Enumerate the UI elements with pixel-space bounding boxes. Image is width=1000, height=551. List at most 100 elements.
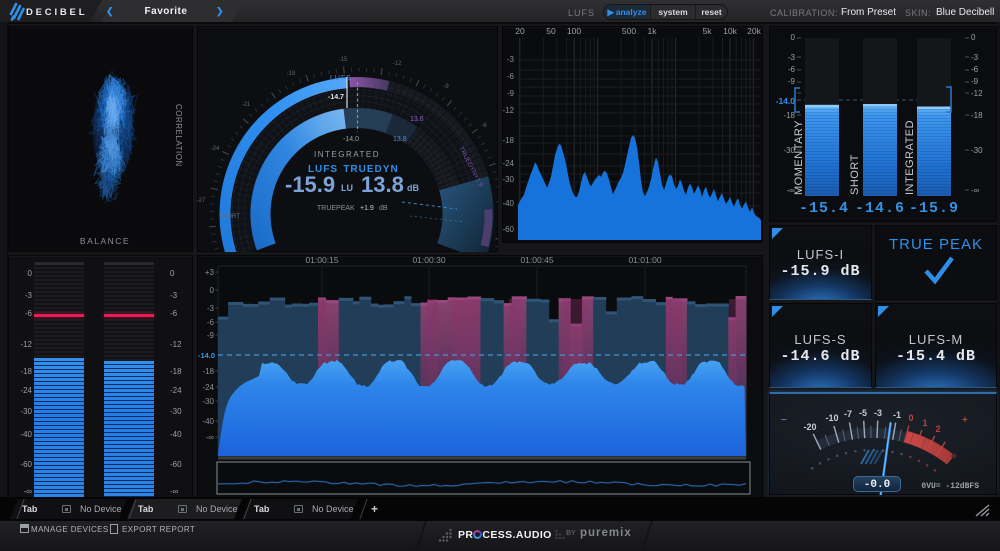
svg-text:0VU= -12dBFS: 0VU= -12dBFS	[921, 482, 979, 491]
svg-text:-60: -60	[502, 225, 514, 234]
svg-text:dB: dB	[379, 205, 388, 212]
svg-text:01:00:15: 01:00:15	[305, 255, 338, 265]
svg-text:-40: -40	[20, 430, 32, 439]
svg-text:-14.7: -14.7	[328, 94, 344, 101]
svg-text:-3: -3	[207, 304, 215, 313]
svg-text:-21: -21	[242, 102, 251, 108]
svg-text:-30: -30	[170, 407, 182, 416]
svg-text:-18: -18	[971, 111, 983, 120]
svg-text:-3: -3	[25, 291, 33, 300]
svg-text:0: 0	[210, 286, 215, 295]
svg-text:-40: -40	[170, 430, 182, 439]
svg-text:2: 2	[935, 424, 940, 434]
svg-text:-18: -18	[170, 367, 182, 376]
svg-text:-12: -12	[502, 106, 514, 115]
svg-text:-9: -9	[443, 84, 449, 90]
svg-text:-15: -15	[339, 57, 348, 63]
svg-text:-60: -60	[20, 460, 32, 469]
svg-text:-12: -12	[393, 61, 402, 67]
svg-text:20: 20	[515, 26, 525, 36]
svg-text:MOMENTARY: MOMENTARY	[793, 120, 805, 195]
svg-text:-3: -3	[874, 408, 882, 418]
svg-text:TRUEPEAK: TRUEPEAK	[317, 205, 355, 212]
svg-text:20k: 20k	[747, 26, 761, 36]
svg-text:0: 0	[28, 269, 33, 278]
svg-text:-7: -7	[844, 409, 852, 419]
svg-text:0: 0	[971, 33, 976, 42]
svg-text:-24: -24	[202, 383, 214, 392]
svg-text:1: 1	[922, 418, 927, 428]
svg-text:+: +	[962, 415, 968, 426]
svg-text:-∞: -∞	[206, 433, 215, 442]
svg-text:-18: -18	[287, 71, 296, 77]
svg-text:-9: -9	[788, 77, 796, 86]
svg-text:-1: -1	[893, 410, 901, 420]
svg-text:-14.6: -14.6	[855, 200, 905, 217]
svg-text:-18: -18	[502, 136, 514, 145]
svg-text:SHORT: SHORT	[849, 154, 861, 195]
svg-text:-9: -9	[507, 89, 515, 98]
svg-text:-9: -9	[207, 331, 215, 340]
svg-text:-6: -6	[25, 309, 33, 318]
svg-text:INTEGRATED: INTEGRATED	[904, 120, 916, 195]
svg-text:500: 500	[622, 26, 636, 36]
svg-text:-12: -12	[170, 340, 182, 349]
svg-text:15.6: 15.6	[318, 124, 332, 131]
svg-text:50: 50	[546, 26, 556, 36]
svg-text:-15.4: -15.4	[799, 200, 849, 217]
svg-text:SHORT: SHORT	[219, 214, 240, 220]
svg-text:-14.0: -14.0	[776, 96, 796, 106]
svg-text:100: 100	[567, 26, 581, 36]
svg-text:INTEGRATED: INTEGRATED	[314, 150, 380, 159]
svg-text:-9: -9	[971, 77, 979, 86]
svg-text:-12: -12	[971, 89, 983, 98]
svg-text:10k: 10k	[723, 26, 737, 36]
svg-text:−: −	[781, 415, 787, 426]
svg-text:-∞: -∞	[24, 487, 33, 496]
svg-text:+1.9: +1.9	[360, 205, 374, 212]
svg-text:1k: 1k	[648, 26, 658, 36]
svg-text:-24: -24	[211, 146, 220, 152]
svg-text:-24: -24	[502, 159, 514, 168]
svg-text:-40: -40	[502, 199, 514, 208]
svg-text:-6: -6	[207, 318, 215, 327]
svg-text:01:01:00: 01:01:00	[628, 255, 661, 265]
svg-text:-30: -30	[20, 407, 32, 416]
svg-text:-20: -20	[803, 422, 816, 432]
svg-text:13.6: 13.6	[410, 116, 424, 123]
svg-text:-3: -3	[971, 53, 979, 62]
svg-text:LU: LU	[341, 183, 353, 193]
svg-text:5k: 5k	[703, 26, 713, 36]
svg-text:-6: -6	[971, 65, 979, 74]
svg-text:-6: -6	[788, 65, 796, 74]
svg-text:-30: -30	[502, 175, 514, 184]
svg-text:-3: -3	[507, 55, 515, 64]
svg-text:LUFS: LUFS	[330, 75, 352, 82]
svg-text:-∞: -∞	[170, 487, 179, 496]
svg-text:-∞: -∞	[971, 186, 980, 195]
svg-text:0: 0	[170, 269, 175, 278]
svg-text:13.8: 13.8	[361, 172, 404, 197]
svg-text:-6: -6	[481, 123, 487, 129]
svg-text:+3: +3	[205, 268, 215, 277]
svg-text:-30: -30	[971, 146, 983, 155]
svg-text:-18: -18	[202, 367, 214, 376]
svg-text:dB: dB	[407, 183, 419, 193]
svg-text:-27: -27	[197, 198, 206, 204]
svg-text:-3: -3	[170, 291, 178, 300]
svg-text:-6: -6	[170, 309, 178, 318]
svg-text:-24: -24	[20, 386, 32, 395]
svg-text:-15.9: -15.9	[909, 200, 959, 217]
svg-text:-18: -18	[20, 367, 32, 376]
svg-text:-30: -30	[202, 397, 214, 406]
svg-text:-5: -5	[859, 408, 867, 418]
svg-text:-10: -10	[825, 413, 838, 423]
svg-text:13.8: 13.8	[393, 136, 407, 143]
svg-text:0: 0	[908, 413, 913, 423]
svg-text:0: 0	[791, 33, 796, 42]
svg-text:-40: -40	[202, 417, 214, 426]
svg-text:-24: -24	[170, 386, 182, 395]
svg-text:-60: -60	[170, 460, 182, 469]
svg-text:-12: -12	[20, 340, 32, 349]
svg-text:-15.9: -15.9	[285, 172, 335, 197]
